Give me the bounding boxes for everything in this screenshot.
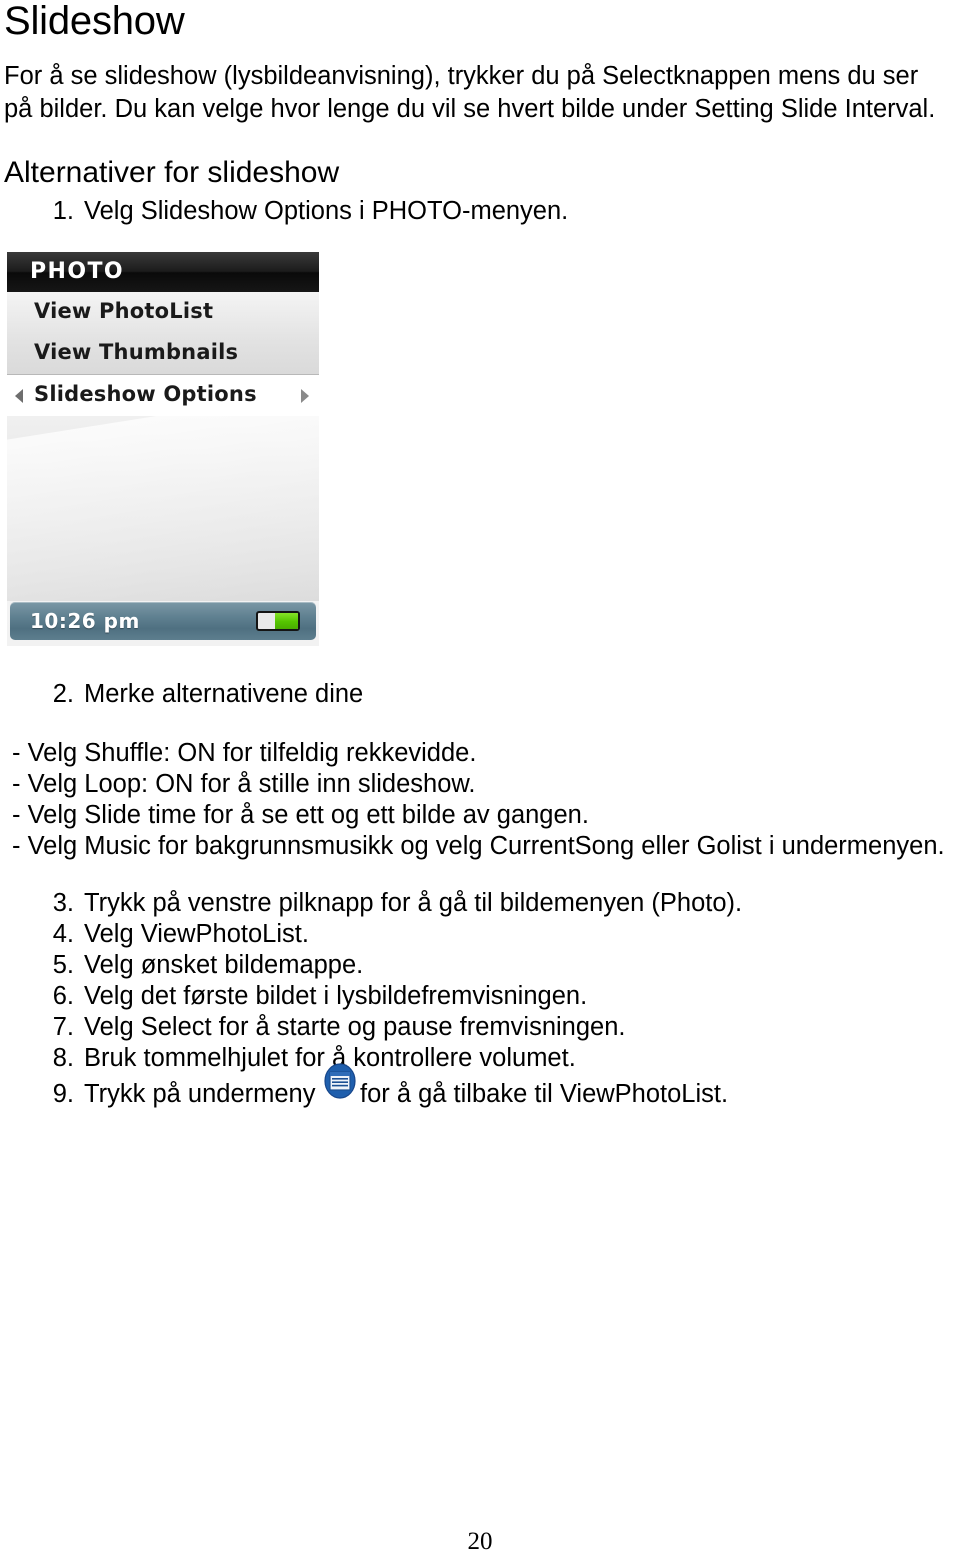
step-5-text: Velg ønsket bildemappe. xyxy=(84,951,364,979)
step-6-text: Velg det første bildet i lysbildefremvis… xyxy=(84,982,588,1010)
device-menu-list: View PhotoList View Thumbnails Slideshow… xyxy=(7,292,319,417)
device-clock: 10:26 pm xyxy=(30,609,140,633)
step-4-number: 4. xyxy=(52,920,74,948)
triangle-left-icon xyxy=(15,389,23,403)
step-2-text: Merke alternativene dine xyxy=(84,680,364,708)
device-screen: PHOTO View PhotoList View Thumbnails Sli… xyxy=(7,252,319,646)
intro-paragraph: For å se slideshow (lysbildeanvisning), … xyxy=(4,62,936,123)
section-heading: Alternativer for slideshow xyxy=(4,156,340,189)
step-5-number: 5. xyxy=(52,951,74,979)
submenu-list-icon xyxy=(322,1061,358,1101)
device-menu-item-view-photolist[interactable]: View PhotoList xyxy=(7,292,319,333)
device-screenshot-image: PHOTO View PhotoList View Thumbnails Sli… xyxy=(3,251,322,648)
device-titlebar: PHOTO xyxy=(7,252,319,292)
bullet-slide-time: - Velg Slide time for å se ett og ett bi… xyxy=(12,801,589,829)
step-2-number: 2. xyxy=(52,680,74,708)
battery-icon xyxy=(256,611,300,631)
page-title: Slideshow xyxy=(4,0,185,43)
step-4-text: Velg ViewPhotoList. xyxy=(84,920,309,948)
device-status-bar: 10:26 pm xyxy=(10,602,316,640)
step-9-text-after: for å gå tilbake til ViewPhotoList. xyxy=(360,1080,729,1108)
step-7-number: 7. xyxy=(52,1013,74,1041)
step-9-number: 9. xyxy=(52,1080,74,1108)
bullet-shuffle: - Velg Shuffle: ON for tilfeldig rekkevi… xyxy=(12,739,477,767)
battery-fill xyxy=(274,613,298,629)
step-3-number: 3. xyxy=(52,889,74,917)
step-9-text-before: Trykk på undermeny xyxy=(84,1080,316,1108)
step-1-number: 1. xyxy=(52,197,74,225)
device-menu-item-label: Slideshow Options xyxy=(34,382,257,406)
step-8-number: 8. xyxy=(52,1044,74,1072)
bullet-music: - Velg Music for bakgrunnsmusikk og velg… xyxy=(12,832,945,860)
device-titlebar-label: PHOTO xyxy=(30,259,124,284)
device-menu-item-label: View PhotoList xyxy=(34,299,214,323)
step-1-text: Velg Slideshow Options i PHOTO-menyen. xyxy=(84,197,569,225)
document-page: Slideshow For å se slideshow (lysbildean… xyxy=(0,0,960,1562)
device-content-area xyxy=(7,416,319,601)
device-sheen-gradient xyxy=(7,416,319,601)
triangle-right-icon xyxy=(301,389,309,403)
device-menu-item-slideshow-options[interactable]: Slideshow Options xyxy=(7,374,319,417)
device-menu-item-label: View Thumbnails xyxy=(34,340,239,364)
step-3-text: Trykk på venstre pilknapp for å gå til b… xyxy=(84,889,743,917)
bullet-loop: - Velg Loop: ON for å stille inn slidesh… xyxy=(12,770,476,798)
step-6-number: 6. xyxy=(52,982,74,1010)
device-menu-item-view-thumbnails[interactable]: View Thumbnails xyxy=(7,333,319,374)
step-7-text: Velg Select for å starte og pause fremvi… xyxy=(84,1013,626,1041)
page-number: 20 xyxy=(467,1528,493,1555)
